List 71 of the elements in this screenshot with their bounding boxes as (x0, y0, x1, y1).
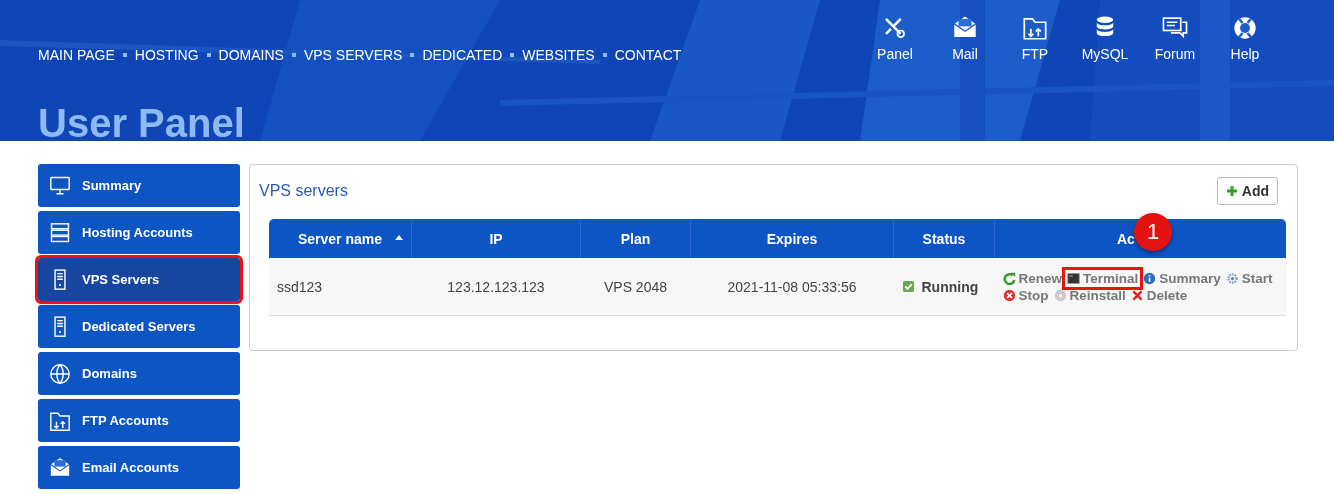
toolbar-label: FTP (1021, 46, 1049, 62)
action-link[interactable]: Renew (1000, 269, 1064, 287)
column-header[interactable]: Plan (580, 219, 691, 258)
sidebar-item[interactable]: Dedicated Servers (38, 305, 240, 348)
toolbar-link[interactable]: MySQL (1070, 14, 1140, 62)
table-cell: ssd123 (269, 258, 412, 316)
toolbar-link[interactable]: Mail (930, 14, 1000, 62)
stop-icon (1002, 288, 1016, 302)
action-link[interactable]: Stop (1000, 286, 1051, 304)
sidebar-item[interactable]: FTP Accounts (38, 399, 240, 442)
page-title: User Panel (38, 100, 246, 141)
action-link[interactable]: Delete (1128, 286, 1190, 304)
plus-icon (1225, 185, 1238, 197)
toolbar-label: MySQL (1081, 46, 1129, 62)
globe-icon (48, 361, 72, 386)
panel-title: VPS servers (259, 182, 348, 200)
sidebar-label: VPS Servers (82, 272, 160, 287)
nav-link[interactable]: CONTACT (614, 47, 682, 63)
toolbar-link[interactable]: Help (1210, 14, 1280, 62)
status-text: Running (921, 278, 979, 295)
server-rack-icon (48, 220, 72, 245)
sidebar-item[interactable]: Domains (38, 352, 240, 395)
toolbar-label: Forum (1154, 46, 1196, 62)
action-link[interactable]: Summary (1141, 269, 1223, 287)
nav-link[interactable]: VPS SERVERS (303, 47, 403, 63)
step-badge: 1 (1134, 213, 1172, 251)
action-link[interactable]: Start (1223, 269, 1275, 287)
toolbar-link[interactable]: FTP (1000, 14, 1070, 62)
action-link[interactable]: Reinstall (1051, 286, 1128, 304)
table-cell: 2021-11-08 05:33:56 (690, 258, 894, 316)
add-button[interactable]: Add (1216, 177, 1278, 205)
nav-separator-icon (291, 53, 296, 57)
gear-icon (1225, 271, 1239, 285)
table-cell: VPS 2048 (580, 258, 691, 316)
info-icon (1143, 271, 1157, 285)
sidebar-item[interactable]: Hosting Accounts (38, 211, 240, 254)
sidebar-label: Summary (82, 178, 142, 193)
nav-link[interactable]: DOMAINS (218, 47, 284, 63)
table-cell: 123.12.123.123 (411, 258, 581, 316)
toolbar-label: Help (1230, 46, 1260, 62)
lifebuoy-icon (1231, 14, 1259, 42)
column-header[interactable]: IP (411, 219, 581, 258)
nav-separator-icon (206, 53, 211, 57)
action-link[interactable]: Terminal (1065, 269, 1141, 287)
sidebar-label: Dedicated Servers (82, 319, 196, 334)
disc-icon (1053, 288, 1067, 302)
toolbar-link[interactable]: Forum (1140, 14, 1210, 62)
delete-icon (1130, 288, 1144, 302)
column-header[interactable]: Status (893, 219, 995, 258)
column-header[interactable]: Server name (269, 219, 412, 258)
nav-link[interactable]: HOSTING (134, 47, 199, 63)
nav-separator-icon (510, 53, 515, 57)
refresh-icon (1002, 271, 1016, 285)
sidebar-item[interactable]: Summary (38, 164, 240, 207)
sidebar-item[interactable]: VPS Servers (38, 258, 240, 301)
toolbar-label: Mail (952, 46, 978, 62)
nav-link[interactable]: DEDICATED (422, 47, 503, 63)
column-header[interactable]: Expires (690, 219, 894, 258)
sidebar-label: Domains (82, 366, 137, 381)
sidebar-item[interactable]: Email Accounts (38, 446, 240, 489)
nav-separator-icon (410, 53, 415, 57)
sidebar-label: Hosting Accounts (82, 225, 193, 240)
nav-link[interactable]: WEBSITES (522, 47, 595, 63)
sidebar-label: FTP Accounts (82, 413, 169, 428)
nav-separator-icon (122, 53, 127, 57)
nav-separator-icon (602, 53, 607, 57)
toolbar-link[interactable]: Panel (860, 14, 930, 62)
terminal-icon (1067, 271, 1080, 285)
toolbar-label: Panel (877, 46, 913, 62)
sidebar-label: Email Accounts (82, 460, 180, 475)
nav-link[interactable]: MAIN PAGE (38, 47, 115, 63)
